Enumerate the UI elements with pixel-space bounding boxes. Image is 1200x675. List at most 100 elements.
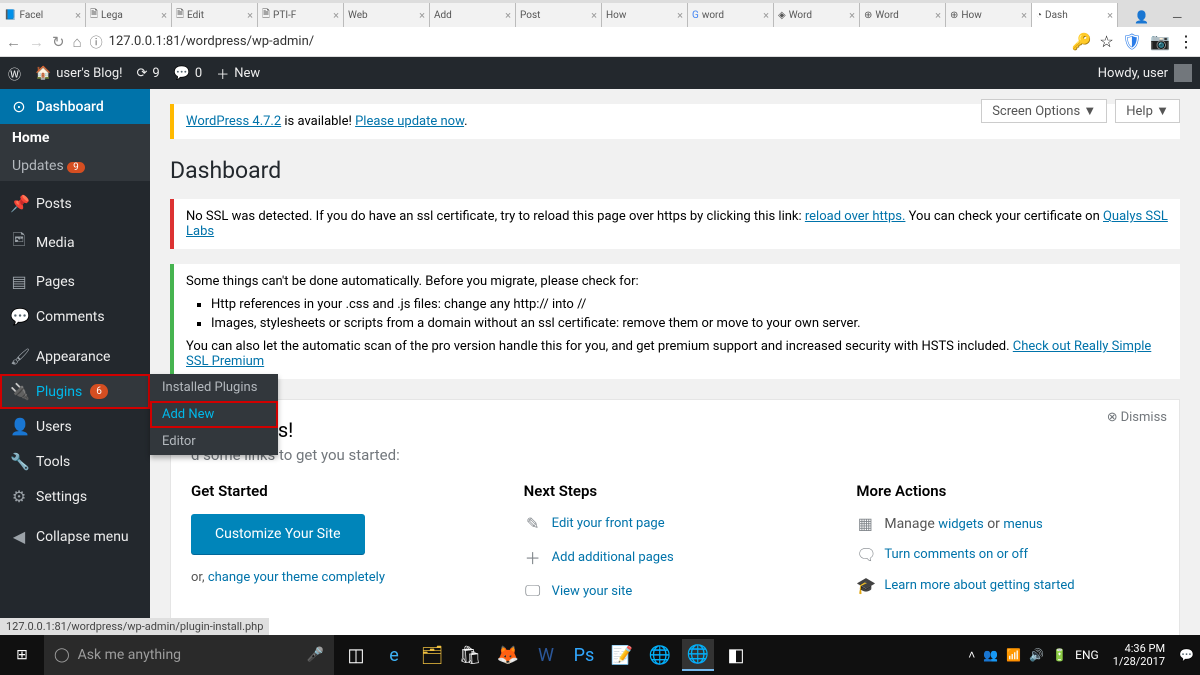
tab-2[interactable]: 🗎Edit× xyxy=(172,3,258,27)
tray-wifi-icon[interactable]: 📶 xyxy=(1006,648,1021,662)
tab-4[interactable]: Web× xyxy=(344,3,430,27)
app-npp[interactable]: 📝 xyxy=(606,639,638,671)
menus-link[interactable]: menus xyxy=(1003,517,1042,532)
minimize-button[interactable]: ─ xyxy=(1165,7,1190,27)
app-chrome-2[interactable]: 🌐 xyxy=(682,639,714,671)
app-store[interactable]: 🛍 xyxy=(454,639,486,671)
app-word[interactable]: W xyxy=(530,639,562,671)
tab-8[interactable]: Gword× xyxy=(688,3,774,27)
close-icon[interactable]: × xyxy=(1021,9,1027,22)
cortana-search[interactable]: ◯Ask me anything🎤 xyxy=(44,635,334,675)
close-icon[interactable]: × xyxy=(591,9,597,22)
new-content[interactable]: ＋ New xyxy=(216,64,260,83)
user-icon[interactable]: 👤 xyxy=(1126,7,1157,27)
address-bar[interactable]: ⓘ127.0.0.1:81/wordpress/wp-admin/ xyxy=(90,32,1064,51)
camera-icon[interactable]: 📷 xyxy=(1150,32,1170,51)
site-name[interactable]: 🏠 user's Blog! xyxy=(35,66,123,81)
menu-dashboard[interactable]: ⊙Dashboard xyxy=(0,89,150,124)
menu-settings[interactable]: ⚙Settings xyxy=(0,479,150,514)
tab-1[interactable]: 🗎Lega× xyxy=(86,3,172,27)
menu-plugins[interactable]: 🔌Plugins 6 Installed Plugins Add New Edi… xyxy=(0,374,150,409)
ext-icon[interactable]: 🛡 xyxy=(1122,32,1142,51)
menu-users[interactable]: 👤Users xyxy=(0,409,150,444)
app-chrome-1[interactable]: 🌐 xyxy=(644,639,676,671)
submenu-home[interactable]: Home xyxy=(0,124,150,152)
screen-options-button[interactable]: Screen Options ▼ xyxy=(981,99,1107,123)
tab-12[interactable]: ◔Dash× xyxy=(1032,3,1118,27)
reload-button[interactable]: ↻ xyxy=(52,33,65,51)
updates-count[interactable]: ⟳ 9 xyxy=(137,66,160,81)
task-view-button[interactable]: ◫ xyxy=(340,639,372,671)
menu-appearance[interactable]: 🖌Appearance xyxy=(0,339,150,374)
key-icon[interactable]: 🔑 xyxy=(1072,32,1092,51)
collapse-icon: ◀ xyxy=(10,527,28,546)
tab-10[interactable]: ⊕Word× xyxy=(860,3,946,27)
tab-3[interactable]: 🗎PTI-F× xyxy=(258,3,344,27)
app-xampp[interactable]: ◧ xyxy=(720,639,752,671)
tab-6[interactable]: Post× xyxy=(516,3,602,27)
close-icon[interactable]: × xyxy=(75,9,81,22)
home-button[interactable]: ⌂ xyxy=(73,33,82,51)
add-pages-link[interactable]: Add additional pages xyxy=(552,550,674,565)
close-icon[interactable]: × xyxy=(763,9,769,22)
wp-admin-bar: Ⓦ 🏠 user's Blog! ⟳ 9 💬 0 ＋ New Howdy, us… xyxy=(0,57,1200,89)
menu-tools[interactable]: 🔧Tools xyxy=(0,444,150,479)
close-icon[interactable]: × xyxy=(419,9,425,22)
comments-count[interactable]: 💬 0 xyxy=(174,66,203,81)
flyout-add-new[interactable]: Add New xyxy=(150,401,278,428)
close-icon[interactable]: × xyxy=(161,9,167,22)
tab-9[interactable]: ◈Word× xyxy=(774,3,860,27)
start-button[interactable]: ⊞ xyxy=(0,635,44,675)
menu-button[interactable]: ⋮ xyxy=(1178,32,1194,51)
tray-battery-icon[interactable]: 🔋 xyxy=(1052,648,1067,662)
view-site-link[interactable]: View your site xyxy=(552,584,633,599)
tray-lang[interactable]: ENG xyxy=(1075,648,1099,662)
menu-media[interactable]: 🖻Media xyxy=(0,221,150,264)
app-firefox[interactable]: 🦊 xyxy=(492,639,524,671)
menu-pages[interactable]: ▤Pages xyxy=(0,264,150,299)
comments-toggle-link[interactable]: Turn comments on or off xyxy=(884,547,1028,562)
edit-front-page-link[interactable]: Edit your front page xyxy=(552,516,665,531)
wp-version-link[interactable]: WordPress 4.7.2 xyxy=(186,114,281,129)
app-edge[interactable]: e xyxy=(378,639,410,671)
close-icon[interactable]: × xyxy=(505,9,511,22)
close-icon[interactable]: × xyxy=(333,9,339,22)
app-ps[interactable]: Ps xyxy=(568,639,600,671)
update-now-link[interactable]: Please update now xyxy=(355,114,464,129)
reload-https-link[interactable]: reload over https. xyxy=(805,209,906,224)
collapse-menu[interactable]: ◀Collapse menu xyxy=(0,519,150,554)
tray-notifications-icon[interactable]: 💬 xyxy=(1179,648,1194,662)
back-button[interactable]: ← xyxy=(6,33,21,51)
tab-0[interactable]: 📘Facel× xyxy=(0,3,86,27)
submenu-updates[interactable]: Updates 9 xyxy=(0,152,150,181)
forward-button[interactable]: → xyxy=(29,33,44,51)
wp-logo[interactable]: Ⓦ xyxy=(8,64,21,83)
app-explorer[interactable]: 🗂 xyxy=(416,639,448,671)
learn-more-link[interactable]: Learn more about getting started xyxy=(884,578,1074,593)
dismiss-button[interactable]: ⊗Dismiss xyxy=(1107,410,1167,425)
close-icon[interactable]: × xyxy=(849,9,855,22)
tab-5[interactable]: Add× xyxy=(430,3,516,27)
widgets-link[interactable]: widgets xyxy=(938,517,983,532)
mic-icon[interactable]: 🎤 xyxy=(307,647,324,663)
tray-volume-icon[interactable]: 🔊 xyxy=(1029,648,1044,662)
customize-button[interactable]: Customize Your Site xyxy=(191,514,365,554)
close-icon[interactable]: × xyxy=(677,9,683,22)
flyout-editor[interactable]: Editor xyxy=(150,428,278,455)
star-icon[interactable]: ☆ xyxy=(1099,32,1113,51)
tray-chevron[interactable]: ˄ xyxy=(968,648,975,662)
close-icon[interactable]: × xyxy=(1107,9,1113,22)
status-bar: 127.0.0.1:81/wordpress/wp-admin/plugin-i… xyxy=(0,618,269,635)
close-icon[interactable]: × xyxy=(247,9,253,22)
tab-11[interactable]: ⊕How× xyxy=(946,3,1032,27)
change-theme-link[interactable]: change your theme completely xyxy=(208,570,385,585)
help-button[interactable]: Help ▼ xyxy=(1115,99,1180,123)
tray-clock[interactable]: 4:36 PM1/28/2017 xyxy=(1107,642,1171,668)
tray-people-icon[interactable]: 👥 xyxy=(983,648,998,662)
flyout-installed[interactable]: Installed Plugins xyxy=(150,374,278,401)
menu-posts[interactable]: 📌Posts xyxy=(0,186,150,221)
close-icon[interactable]: × xyxy=(935,9,941,22)
menu-comments[interactable]: 💬Comments xyxy=(0,299,150,334)
tab-7[interactable]: How× xyxy=(602,3,688,27)
howdy-user[interactable]: Howdy, user xyxy=(1098,64,1192,82)
